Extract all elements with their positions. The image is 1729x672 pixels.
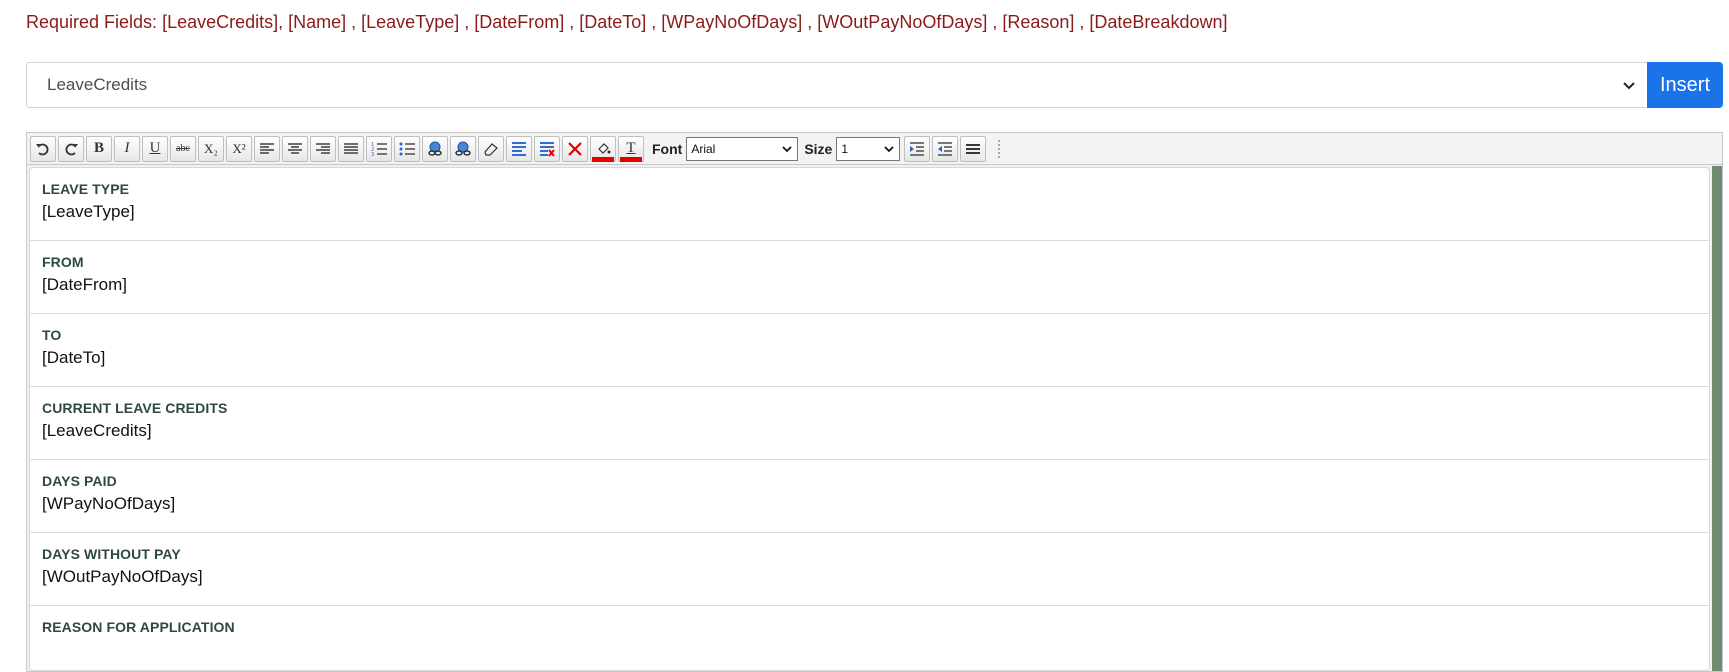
list-item: FROM [DateFrom] [30,241,1709,314]
row-value: [LeaveType] [42,202,135,221]
row-value: [DateFrom] [42,275,128,294]
row-value: [WOutPayNoOfDays] [42,567,203,586]
strikethrough-icon[interactable]: abc [170,135,196,162]
bold-icon[interactable]: B [86,135,112,162]
outdent-icon[interactable] [932,135,959,162]
undo-icon[interactable] [30,135,56,162]
superscript-icon[interactable]: X² [226,135,252,162]
svg-text:3: 3 [371,152,374,158]
list-item: LEAVE TYPE [LeaveType] [30,168,1709,241]
remove-link-icon[interactable] [450,135,476,162]
align-right-icon[interactable] [310,135,336,162]
background-color-icon[interactable] [590,135,616,162]
unordered-list-icon[interactable] [394,135,420,162]
editor-content[interactable]: LEAVE TYPE [LeaveType] FROM [DateFrom] T… [29,167,1710,671]
chevron-down-icon [884,145,894,152]
list-item: TO [DateTo] [30,314,1709,387]
insert-button[interactable]: Insert [1647,62,1723,108]
field-select-value: LeaveCredits [47,75,148,94]
font-select-value: Arial [691,141,716,156]
horizontal-rule-icon[interactable] [960,135,987,162]
scrollbar[interactable] [1712,166,1722,671]
row-label: LEAVE TYPE [42,181,130,197]
row-label: REASON FOR APPLICATION [42,619,235,635]
row-value: [DateTo] [42,348,106,367]
delete-icon[interactable] [562,135,588,162]
font-select[interactable]: Arial [686,136,799,161]
remove-format-icon[interactable] [534,135,560,162]
row-label: CURRENT LEAVE CREDITS [42,400,228,416]
italic-icon[interactable]: I [114,135,140,162]
row-label: TO [42,327,62,343]
field-insert-row: LeaveCredits Insert [26,62,1723,108]
size-select[interactable]: 1 [836,136,901,161]
chevron-down-icon [782,145,792,152]
align-justify-icon[interactable] [338,135,364,162]
list-item: REASON FOR APPLICATION [30,606,1709,670]
chevron-down-icon [1623,82,1635,90]
font-label: Font [652,140,683,157]
list-item: DAYS WITHOUT PAY [WOutPayNoOfDays] [30,533,1709,606]
subscript-icon[interactable]: X₂ [198,135,224,162]
row-value: [WPayNoOfDays] [42,494,176,513]
block-format-icon[interactable] [506,135,532,162]
row-label: FROM [42,254,84,270]
size-label: Size [804,140,833,157]
field-select[interactable]: LeaveCredits [26,62,1647,108]
list-item: DAYS PAID [WPayNoOfDays] [30,460,1709,533]
indent-icon[interactable] [904,135,931,162]
redo-icon[interactable] [58,135,84,162]
size-select-value: 1 [841,141,849,156]
row-label: DAYS WITHOUT PAY [42,546,181,562]
text-color-icon[interactable]: T [618,135,644,162]
row-value: [LeaveCredits] [42,421,152,440]
toolbar-grip [998,139,1001,158]
ordered-list-icon[interactable]: 123 [366,135,392,162]
align-center-icon[interactable] [282,135,308,162]
insert-link-icon[interactable] [422,135,448,162]
row-label: DAYS PAID [42,473,117,489]
required-fields-text: Required Fields: [LeaveCredits], [Name] … [26,12,1228,32]
rich-text-editor: B I U abc X₂ X² 123 T Font Arial Size 1 … [26,132,1723,672]
list-item: CURRENT LEAVE CREDITS [LeaveCredits] [30,387,1709,460]
align-left-icon[interactable] [254,135,280,162]
underline-icon[interactable]: U [142,135,168,162]
eraser-icon[interactable] [478,135,504,162]
editor-toolbar: B I U abc X₂ X² 123 T Font Arial Size 1 [27,133,1722,165]
